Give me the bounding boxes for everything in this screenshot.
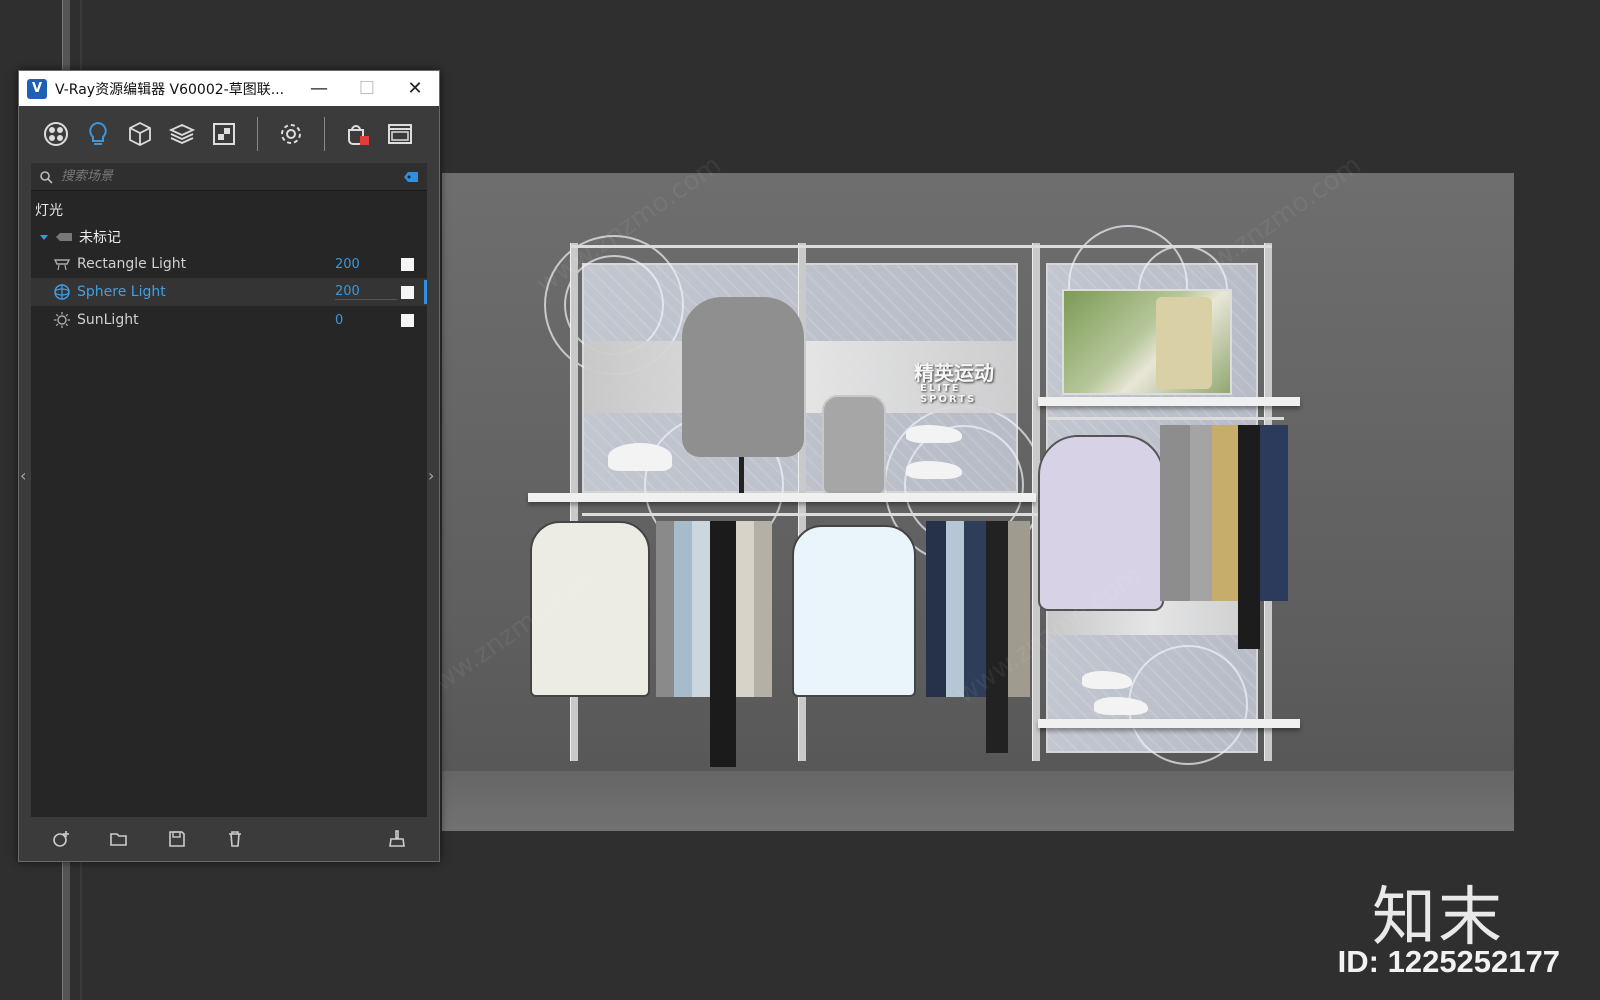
light-enable-checkbox[interactable] <box>401 313 414 327</box>
layers-icon[interactable] <box>167 119 197 149</box>
shelf <box>1038 719 1300 728</box>
search-bar <box>31 163 427 191</box>
lights-icon[interactable] <box>83 119 113 149</box>
tag-icon <box>56 233 72 241</box>
collapse-left-icon[interactable]: ‹ <box>20 466 30 485</box>
hanging-pants <box>656 521 776 771</box>
hanging-pants <box>926 521 1036 757</box>
shoe <box>1094 697 1148 715</box>
render-viewport[interactable]: 精英运动 ELITE SPORTS <box>442 173 1514 831</box>
expand-right-icon[interactable]: › <box>428 466 438 485</box>
polo-shirt-blue <box>792 525 916 697</box>
chevron-down-icon[interactable] <box>39 232 49 242</box>
materials-icon[interactable] <box>41 119 71 149</box>
image-id-label: ID: 1225252177 <box>1337 944 1560 979</box>
hanging-rail <box>1046 417 1284 420</box>
polo-shirt-white <box>530 521 650 697</box>
minimize-button[interactable]: — <box>295 71 343 106</box>
rectangle-light-icon <box>53 259 71 271</box>
sphere-light-icon <box>54 284 70 300</box>
vray-asset-editor-window[interactable]: V V-Ray资源编辑器 V60002-草图联... — ☐ ✕ 搜索场景 灯光… <box>18 70 440 862</box>
golf-photo <box>1062 289 1232 395</box>
purge-icon[interactable] <box>385 827 409 851</box>
toolbar-separator <box>324 116 325 151</box>
light-enable-checkbox[interactable] <box>401 257 414 271</box>
mannequin-sweater <box>682 297 804 457</box>
group-untagged[interactable]: 未标记 <box>31 224 427 250</box>
backpack <box>822 395 886 495</box>
light-item-sunlight[interactable]: SunLight 0 <box>31 306 427 334</box>
toolbar-separator <box>257 116 258 151</box>
sun-icon <box>54 312 70 328</box>
selection-marker <box>424 280 427 304</box>
open-folder-icon[interactable] <box>107 827 131 851</box>
light-item-rectangle[interactable]: Rectangle Light 200 <box>31 250 427 278</box>
settings-icon[interactable] <box>276 119 306 149</box>
close-button[interactable]: ✕ <box>391 71 439 106</box>
shoe <box>906 461 962 479</box>
add-icon[interactable] <box>49 827 73 851</box>
cap <box>608 443 672 471</box>
light-intensity-field[interactable]: 0 <box>335 313 397 328</box>
frame-buffer-icon[interactable] <box>385 119 415 149</box>
search-icon <box>40 170 53 184</box>
floor <box>442 771 1514 831</box>
title-bar[interactable]: V V-Ray资源编辑器 V60002-草图联... — ☐ ✕ <box>19 71 439 106</box>
window-title: V-Ray资源编辑器 V60002-草图联... <box>55 81 285 98</box>
shoe <box>1082 671 1132 689</box>
search-input[interactable] <box>61 169 403 184</box>
light-name: SunLight <box>77 312 139 328</box>
bottom-toolbar <box>19 817 439 861</box>
delete-icon[interactable] <box>223 827 247 851</box>
light-name: Sphere Light <box>77 284 166 300</box>
vray-app-icon: V <box>27 78 47 99</box>
shoe <box>906 425 962 443</box>
save-icon[interactable] <box>165 827 189 851</box>
light-name: Rectangle Light <box>77 256 187 272</box>
render-icon[interactable] <box>343 119 373 149</box>
section-lights-title: 灯光 <box>35 203 63 219</box>
maximize-button[interactable]: ☐ <box>343 71 391 106</box>
group-label: 未标记 <box>79 230 121 246</box>
tag-filter-icon[interactable] <box>403 171 419 183</box>
mannequin-stand <box>739 457 744 497</box>
light-item-sphere[interactable]: Sphere Light 200 <box>31 278 427 306</box>
toolbar <box>19 106 439 161</box>
sign-sub-text: ELITE SPORTS <box>920 383 977 405</box>
hanging-jackets <box>1160 425 1288 653</box>
sign-main-text: 精英运动 <box>914 361 994 385</box>
hoodie-lilac <box>1038 435 1164 611</box>
geometry-icon[interactable] <box>125 119 155 149</box>
render-elements-icon[interactable] <box>209 119 239 149</box>
shelf <box>1038 397 1300 406</box>
hanging-rail <box>582 513 1038 516</box>
light-enable-checkbox[interactable] <box>401 285 414 299</box>
outliner-panel: 灯光 未标记 Rectangle Light 200 Sphere Light … <box>31 163 427 817</box>
shelf <box>528 493 1036 502</box>
light-intensity-field[interactable]: 200 <box>335 284 397 300</box>
light-intensity-field[interactable]: 200 <box>335 257 397 272</box>
